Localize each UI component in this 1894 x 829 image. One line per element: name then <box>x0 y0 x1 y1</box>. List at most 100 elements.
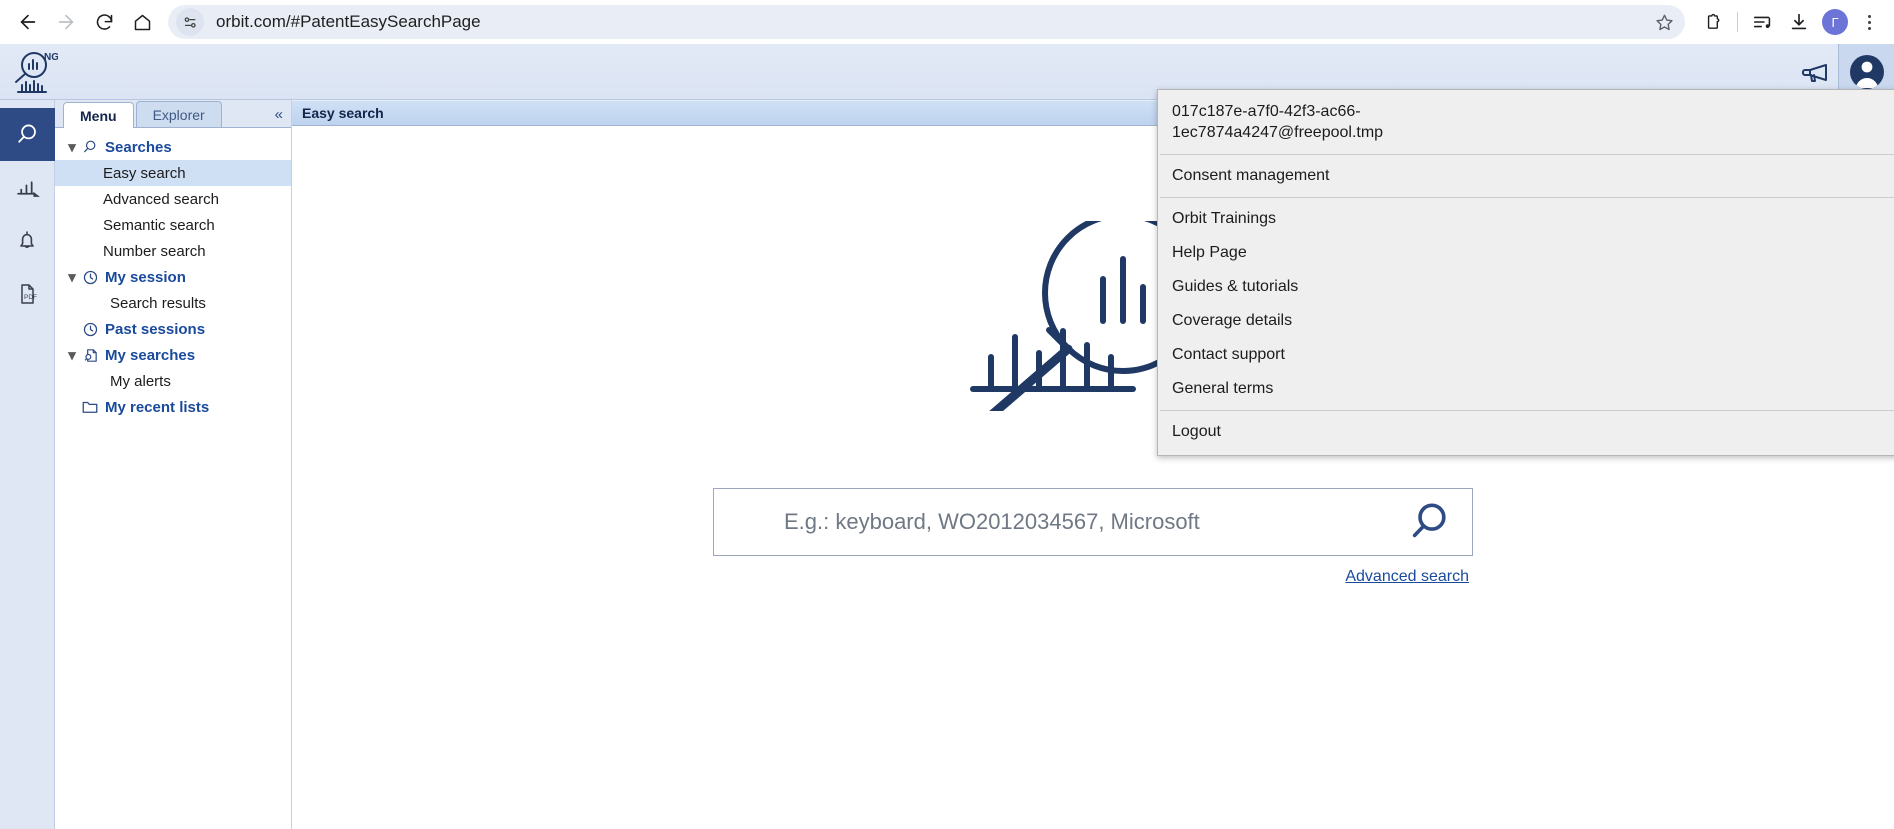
folder-icon <box>79 398 101 416</box>
menu-item-coverage-details[interactable]: Coverage details <box>1158 304 1894 338</box>
download-icon <box>1791 13 1807 30</box>
media-playlist-icon <box>1753 16 1771 28</box>
reload-icon <box>96 13 112 30</box>
pdf-document-icon: PDF <box>21 283 37 304</box>
tree-item-my-session[interactable]: ▾ My session <box>55 264 291 290</box>
megaphone-icon <box>1802 64 1827 82</box>
tree-item-my-searches[interactable]: ▾ My searches <box>55 342 291 368</box>
search-box[interactable]: E.g.: keyboard, WO2012034567, Microsoft <box>713 488 1473 556</box>
tree-item-semantic-search[interactable]: Semantic search <box>55 212 291 238</box>
sidebar-tabs: Menu Explorer « <box>55 100 291 128</box>
site-settings-icon <box>184 16 196 28</box>
twisty-expanded-icon[interactable]: ▾ <box>65 347 79 364</box>
svg-text:PDF: PDF <box>24 294 37 301</box>
twisty-expanded-icon[interactable]: ▾ <box>65 139 79 156</box>
home-button[interactable] <box>124 4 160 40</box>
clock-icon <box>79 320 101 338</box>
sidebar: Menu Explorer « ▾ Searches Easy search A… <box>55 100 292 829</box>
magnifier-icon <box>79 138 101 156</box>
advanced-search-link[interactable]: Advanced search <box>1345 568 1473 586</box>
arrow-right-icon <box>58 14 74 30</box>
bar-chart-icon <box>16 181 40 197</box>
clock-icon <box>79 268 101 286</box>
tree-item-my-recent-lists[interactable]: ▾ My recent lists <box>55 394 291 420</box>
menu-item-orbit-trainings[interactable]: Orbit Trainings <box>1158 202 1894 236</box>
site-settings-button[interactable] <box>176 8 204 36</box>
twisty-expanded-icon[interactable]: ▾ <box>65 269 79 286</box>
account-email: 017c187e-a7f0-42f3-ac66- 1ec7874a4247@fr… <box>1158 90 1894 154</box>
tree-item-label: My alerts <box>110 372 171 390</box>
account-email-line1: 017c187e-a7f0-42f3-ac66- <box>1172 103 1361 120</box>
svg-text:NG: NG <box>44 52 58 63</box>
three-dot-menu-icon <box>1867 14 1871 18</box>
user-account-menu: 017c187e-a7f0-42f3-ac66- 1ec7874a4247@fr… <box>1157 89 1894 456</box>
rail-item-alerts[interactable] <box>0 214 55 267</box>
home-icon <box>134 14 150 30</box>
puzzle-piece-icon <box>1707 13 1719 29</box>
tab-explorer[interactable]: Explorer <box>135 101 222 127</box>
document-search-icon <box>79 346 101 364</box>
menu-item-contact-support[interactable]: Contact support <box>1158 338 1894 372</box>
tree-item-searches[interactable]: ▾ Searches <box>55 134 291 160</box>
tree-item-past-sessions[interactable]: ▾ Past sessions <box>55 316 291 342</box>
menu-item-help-page[interactable]: Help Page <box>1158 236 1894 270</box>
tree-item-my-alerts[interactable]: My alerts <box>55 368 291 394</box>
tree-item-label: Number search <box>103 242 206 260</box>
menu-item-guides-tutorials[interactable]: Guides & tutorials <box>1158 270 1894 304</box>
user-avatar-icon <box>1849 55 1884 89</box>
tree-item-number-search[interactable]: Number search <box>55 238 291 264</box>
reload-button[interactable] <box>86 4 122 40</box>
menu-item-general-terms[interactable]: General terms <box>1158 372 1894 406</box>
tree-item-label: Past sessions <box>105 320 206 338</box>
tree-item-easy-search[interactable]: Easy search <box>55 160 291 186</box>
extensions-button[interactable] <box>1695 5 1729 39</box>
menu-group-session: Logout <box>1158 411 1894 453</box>
rail-item-analysis[interactable] <box>0 161 55 214</box>
orbit-logo-icon: NG <box>15 51 59 93</box>
tree-item-advanced-search[interactable]: Advanced search <box>55 186 291 212</box>
announcements-button[interactable] <box>1792 50 1838 94</box>
media-control-button[interactable] <box>1746 5 1780 39</box>
tab-menu[interactable]: Menu <box>63 102 134 128</box>
menu-group-consent: Consent management <box>1158 155 1894 197</box>
browser-toolbar: orbit.com/#PatentEasySearchPage Г <box>0 0 1894 44</box>
tree-item-label: My recent lists <box>105 398 210 416</box>
tree-item-label: Advanced search <box>103 190 219 208</box>
magnifier-icon <box>17 124 36 143</box>
downloads-button[interactable] <box>1782 5 1816 39</box>
magnifier-icon <box>1412 503 1446 538</box>
bell-icon <box>20 230 34 248</box>
search-area: E.g.: keyboard, WO2012034567, Microsoft … <box>713 488 1473 586</box>
icon-rail: PDF <box>0 100 55 829</box>
account-email-line2: 1ec7874a4247@freepool.tmp <box>1172 123 1384 141</box>
profile-button[interactable]: Г <box>1818 5 1852 39</box>
tree-item-label: Search results <box>110 294 206 312</box>
url-text[interactable]: orbit.com/#PatentEasySearchPage <box>216 12 1649 32</box>
star-icon <box>1655 14 1673 30</box>
avatar: Г <box>1822 9 1848 35</box>
rail-item-export[interactable]: PDF <box>0 267 55 320</box>
orbit-ng-logo[interactable]: NG <box>6 48 59 96</box>
search-submit-button[interactable] <box>1402 494 1458 550</box>
menu-group-resources: Orbit Trainings Help Page Guides & tutor… <box>1158 198 1894 410</box>
tree-item-label: Semantic search <box>103 216 215 234</box>
bookmark-button[interactable] <box>1649 7 1679 37</box>
tree-item-search-results[interactable]: Search results <box>55 290 291 316</box>
navigation-tree: ▾ Searches Easy search Advanced search S… <box>55 128 291 420</box>
tree-item-label: Easy search <box>103 164 186 182</box>
rail-item-search[interactable] <box>0 108 55 161</box>
menu-item-logout[interactable]: Logout <box>1158 415 1894 449</box>
toolbar-divider <box>1737 12 1738 32</box>
back-button[interactable] <box>10 4 46 40</box>
browser-menu-button[interactable] <box>1854 5 1884 39</box>
arrow-left-icon <box>20 14 36 30</box>
orbit-application: NG PDF Menu Explorer « ▾ Searches Easy s… <box>0 44 1894 829</box>
forward-button[interactable] <box>48 4 84 40</box>
tree-item-label: My searches <box>105 346 196 364</box>
menu-item-consent-management[interactable]: Consent management <box>1158 159 1894 193</box>
address-bar[interactable]: orbit.com/#PatentEasySearchPage <box>168 5 1685 39</box>
collapse-sidebar-button[interactable]: « <box>275 106 283 123</box>
tree-item-label: My session <box>105 268 186 286</box>
search-input[interactable]: E.g.: keyboard, WO2012034567, Microsoft <box>714 509 1402 535</box>
tree-item-label: Searches <box>105 138 172 156</box>
